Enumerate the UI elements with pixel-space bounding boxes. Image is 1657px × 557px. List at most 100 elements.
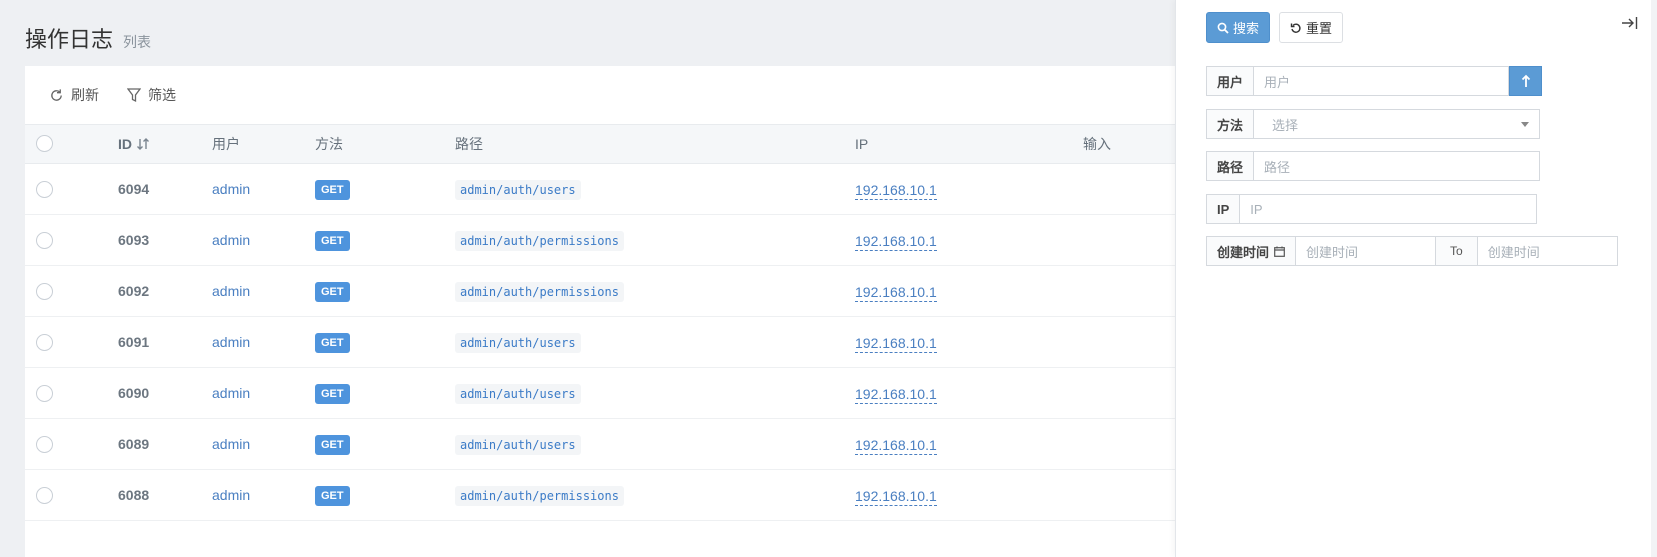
filter-icon xyxy=(127,87,141,102)
search-icon xyxy=(1217,22,1229,34)
table-row: 6092 admin GET admin/auth/permissions 192.16… xyxy=(25,266,1175,317)
sort-icon[interactable] xyxy=(136,137,150,151)
column-id[interactable]: ID xyxy=(118,125,150,163)
filter-ip-input[interactable]: IP xyxy=(1240,194,1538,224)
filter-button[interactable]: 筛选 xyxy=(127,85,176,105)
filter-user-toggle-button[interactable] xyxy=(1509,66,1543,96)
row-method-badge: GET xyxy=(315,333,350,353)
filter-path-row: 路径 路径 xyxy=(1206,151,1541,181)
table-row: 6094 admin GET admin/auth/users 192.168.10.1 xyxy=(25,164,1175,215)
filter-user-row: 用户 用户 xyxy=(1206,66,1543,96)
collapse-right-icon[interactable] xyxy=(1621,15,1639,31)
filter-created-row: 创建时间 创建时间 To 创建时间 xyxy=(1206,236,1618,266)
row-checkbox[interactable] xyxy=(36,283,53,300)
row-user: admin xyxy=(212,181,251,197)
row-user: admin xyxy=(212,436,251,452)
row-ip-link[interactable]: 192.168.10.1 xyxy=(855,436,937,455)
panel-scrollbar[interactable] xyxy=(1651,0,1657,557)
table-row: 6089 admin GET admin/auth/users 192.168.10.1 xyxy=(25,419,1175,470)
page-header: 操作日志 列表 xyxy=(25,22,151,54)
row-ip-link[interactable]: 192.168.10.1 xyxy=(855,181,937,200)
row-path: admin/auth/permissions xyxy=(455,231,624,251)
row-user: admin xyxy=(212,283,251,299)
filter-created-to-input[interactable]: 创建时间 xyxy=(1477,236,1618,266)
row-id: 6090 xyxy=(118,385,150,401)
column-method: 方法 xyxy=(315,136,343,152)
row-user: admin xyxy=(212,232,251,248)
grid-header-row: ID 用户 方法 路径 IP 输入 xyxy=(25,124,1175,164)
page-title: 操作日志 xyxy=(25,27,114,52)
filter-method-row: 方法 选择 xyxy=(1206,109,1541,139)
row-ip-link[interactable]: 192.168.10.1 xyxy=(855,385,937,404)
undo-icon xyxy=(1290,23,1301,33)
grid-toolbar: 刷新 筛选 xyxy=(25,66,1175,124)
filter-created-label: 创建时间 xyxy=(1206,236,1297,266)
filter-created-to-addon: To xyxy=(1436,236,1478,266)
calendar-icon xyxy=(1274,246,1285,257)
table-row: 6088 admin GET admin/auth/permissions 192.16… xyxy=(25,470,1175,521)
row-user: admin xyxy=(212,487,251,503)
row-path: admin/auth/permissions xyxy=(455,282,624,302)
filter-ip-row: IP IP xyxy=(1206,194,1538,224)
row-method-badge: GET xyxy=(315,231,350,251)
filter-label: 筛选 xyxy=(148,87,176,103)
column-path: 路径 xyxy=(455,136,483,152)
row-path: admin/auth/permissions xyxy=(455,486,624,506)
table-row: 6091 admin GET admin/auth/users 192.168.10.1 xyxy=(25,317,1175,368)
row-checkbox[interactable] xyxy=(36,487,53,504)
search-button[interactable]: 搜索 xyxy=(1206,12,1270,43)
row-method-badge: GET xyxy=(315,282,350,302)
table-row: 6093 admin GET admin/auth/permissions 192.16… xyxy=(25,215,1175,266)
filter-path-label: 路径 xyxy=(1206,151,1255,181)
row-method-badge: GET xyxy=(315,384,350,404)
filter-created-label-text: 创建时间 xyxy=(1217,244,1270,260)
row-ip-link[interactable]: 192.168.10.1 xyxy=(855,283,937,302)
row-id: 6088 xyxy=(118,487,150,503)
row-checkbox[interactable] xyxy=(36,385,53,402)
column-id-label: ID xyxy=(118,136,132,152)
row-method-badge: GET xyxy=(315,180,350,200)
row-id: 6092 xyxy=(118,283,150,299)
row-checkbox[interactable] xyxy=(36,181,53,198)
search-label: 搜索 xyxy=(1233,21,1260,36)
row-ip-link[interactable]: 192.168.10.1 xyxy=(855,232,937,251)
filter-method-placeholder: 选择 xyxy=(1272,117,1299,133)
page-subtitle: 列表 xyxy=(123,34,152,50)
caret-down-icon xyxy=(1521,121,1530,127)
filter-created-from-input[interactable]: 创建时间 xyxy=(1296,236,1437,266)
filter-ip-label: IP xyxy=(1206,194,1241,224)
filter-user-label: 用户 xyxy=(1206,66,1255,96)
select-all-checkbox[interactable] xyxy=(36,135,53,152)
refresh-button[interactable]: 刷新 xyxy=(49,85,99,105)
row-user: admin xyxy=(212,385,251,401)
refresh-label: 刷新 xyxy=(71,87,99,103)
row-user: admin xyxy=(212,334,251,350)
column-user: 用户 xyxy=(212,136,240,152)
row-path: admin/auth/users xyxy=(455,180,581,200)
filter-method-select[interactable]: 选择 xyxy=(1254,109,1541,139)
row-method-badge: GET xyxy=(315,486,350,506)
row-path: admin/auth/users xyxy=(455,333,581,353)
row-id: 6089 xyxy=(118,436,150,452)
filter-path-input[interactable]: 路径 xyxy=(1254,151,1541,181)
reset-button[interactable]: 重置 xyxy=(1279,12,1343,43)
row-method-badge: GET xyxy=(315,435,350,455)
arrow-up-icon xyxy=(1521,74,1530,87)
row-checkbox[interactable] xyxy=(36,232,53,249)
row-path: admin/auth/users xyxy=(455,435,581,455)
column-input: 输入 xyxy=(1083,136,1111,152)
column-ip: IP xyxy=(855,136,869,152)
row-path: admin/auth/users xyxy=(455,384,581,404)
row-id: 6091 xyxy=(118,334,150,350)
row-id: 6094 xyxy=(118,181,150,197)
row-ip-link[interactable]: 192.168.10.1 xyxy=(855,334,937,353)
filter-method-label: 方法 xyxy=(1206,109,1255,139)
grid-card: 刷新 筛选 ID 用户 方法 路径 IP 输入 6094 admin GET admi… xyxy=(25,66,1175,557)
filter-panel: 搜索 重置 用户 用户 方法 选择 路径 路径 IP IP 创建时间 创建时间 … xyxy=(1175,0,1657,557)
row-id: 6093 xyxy=(118,232,150,248)
filter-user-input[interactable]: 用户 xyxy=(1254,66,1510,96)
row-checkbox[interactable] xyxy=(36,436,53,453)
row-ip-link[interactable]: 192.168.10.1 xyxy=(855,487,937,506)
table-row: 6090 admin GET admin/auth/users 192.168.10.1 xyxy=(25,368,1175,419)
row-checkbox[interactable] xyxy=(36,334,53,351)
